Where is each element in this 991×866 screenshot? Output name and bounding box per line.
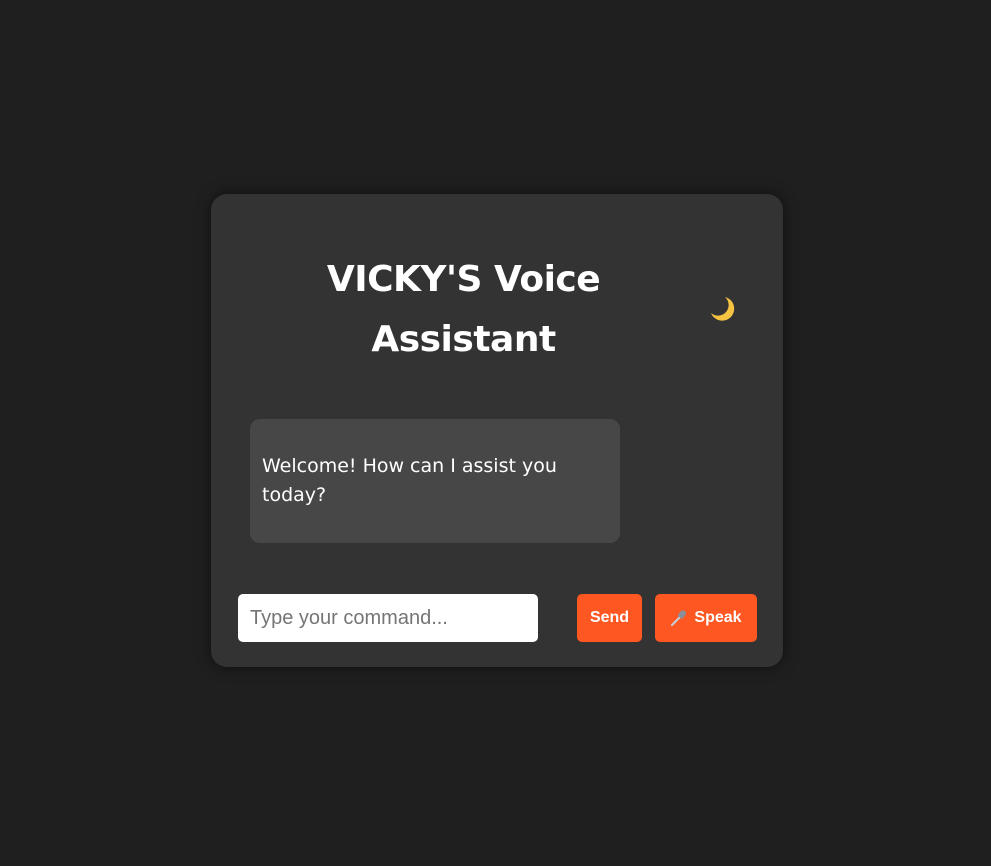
- command-input[interactable]: [238, 594, 538, 642]
- theme-toggle-button[interactable]: [705, 294, 739, 328]
- speak-button-label: Speak: [694, 609, 742, 626]
- microphone-icon: [670, 609, 688, 627]
- moon-icon: [707, 294, 737, 328]
- page-title: VICKY'S Voice Assistant: [326, 259, 601, 360]
- send-button[interactable]: Send: [577, 594, 642, 642]
- speak-button[interactable]: Speak: [655, 594, 757, 642]
- chat-message: Welcome! How can I assist you today?: [262, 455, 557, 506]
- assistant-card: VICKY'S Voice Assistant Welcome! How can…: [211, 194, 783, 667]
- chat-box: Welcome! How can I assist you today?: [250, 419, 620, 543]
- input-row: Send Speak: [238, 594, 758, 642]
